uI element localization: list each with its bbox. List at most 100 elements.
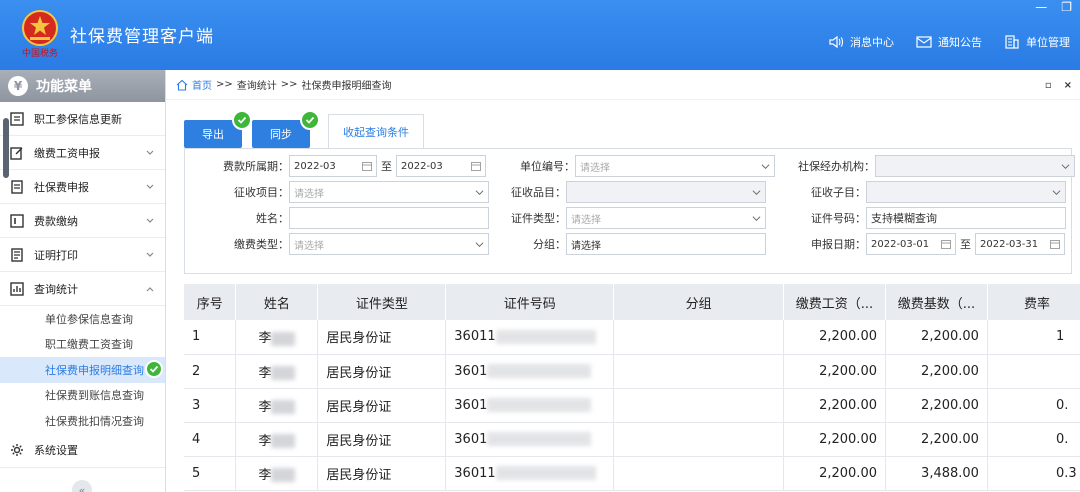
period-to-value: 2022-03 xyxy=(401,160,443,172)
collapse-filters-tab[interactable]: 收起查询条件 xyxy=(328,114,424,148)
cell-idno: 36011 xyxy=(445,456,615,491)
minimize-icon[interactable]: — xyxy=(1035,0,1047,14)
col-header-idno[interactable]: 证件号码 xyxy=(445,284,615,320)
table-row[interactable]: 1 李 居民身份证 36011 2,200.00 2,200.00 1 xyxy=(184,320,1080,355)
table-row[interactable]: 3 李 居民身份证 3601 2,200.00 2,200.00 0. xyxy=(184,388,1080,423)
period-from-input[interactable]: 2022-03 xyxy=(289,155,377,177)
table-row[interactable]: 4 李 居民身份证 3601 2,200.00 2,200.00 0. xyxy=(184,422,1080,457)
idno-label: 证件号码： xyxy=(811,212,866,225)
item-select[interactable]: 请选择 xyxy=(289,181,489,203)
chevron-down-icon xyxy=(752,190,761,196)
col-header-name[interactable]: 姓名 xyxy=(235,284,319,320)
sidebar-item-payment[interactable]: 费款缴纳 xyxy=(0,204,165,238)
nav-unit-management[interactable]: 单位管理 xyxy=(1004,34,1070,50)
group-select[interactable]: 请选择 xyxy=(566,233,766,255)
submenu-employee-wage-query[interactable]: 职工缴费工资查询 xyxy=(0,332,165,358)
name-text: 李 xyxy=(258,399,272,415)
table-row[interactable]: 2 李 居民身份证 3601 2,200.00 2,200.00 xyxy=(184,354,1080,389)
sync-button[interactable]: 同步 xyxy=(252,110,320,148)
toolbar: 导出 同步 收起查询条件 xyxy=(184,110,424,148)
chevron-down-icon xyxy=(146,184,154,189)
filter-row: 缴费类型： 请选择 分组： 请选择 申报日期： 2022-03-01 至 202… xyxy=(185,233,1065,255)
unit-no-label: 单位编号： xyxy=(520,160,575,173)
grade-select[interactable] xyxy=(566,181,766,203)
idno-text: 3601 xyxy=(454,397,488,413)
submenu-batch-deduction-query[interactable]: 社保费批扣情况查询 xyxy=(0,408,165,434)
logo-caption: 中国税务 xyxy=(22,47,58,59)
sidebar-item-certificate-print[interactable]: 证明打印 xyxy=(0,238,165,272)
submenu-label: 职工缴费工资查询 xyxy=(45,338,133,352)
sidebar-item-employee-info-update[interactable]: 职工参保信息更新 xyxy=(0,102,165,136)
nav-message-center[interactable]: 消息中心 xyxy=(828,34,894,50)
cell-group xyxy=(613,422,785,457)
maximize-panel-icon[interactable]: ▫ xyxy=(1045,80,1052,91)
col-header-group[interactable]: 分组 xyxy=(613,284,785,320)
idtype-label: 证件类型： xyxy=(511,212,566,225)
col-header-no[interactable]: 序号 xyxy=(184,284,237,320)
table-row[interactable]: 5 李 居民身份证 36011 2,200.00 3,488.00 0.3 xyxy=(184,456,1080,491)
date-to-input[interactable]: 2022-03-31 xyxy=(975,233,1065,255)
sidebar-item-query-statistics[interactable]: 查询统计 xyxy=(0,272,165,306)
col-header-idtype[interactable]: 证件类型 xyxy=(317,284,447,320)
cell-idtype: 居民身份证 xyxy=(317,354,447,389)
name-text: 李 xyxy=(258,331,272,347)
cell-group xyxy=(613,456,785,491)
paytype-label: 缴费类型： xyxy=(234,238,289,251)
col-header-base[interactable]: 缴费基数（... xyxy=(885,284,988,320)
submenu-fee-declaration-detail-query[interactable]: 社保费申报明细查询 xyxy=(0,357,165,383)
idno-text: 3601 xyxy=(454,363,488,379)
col-header-rate[interactable]: 费率 xyxy=(987,284,1080,320)
calendar-icon xyxy=(362,162,372,171)
cell-group xyxy=(613,320,785,355)
item-label: 征收项目： xyxy=(234,186,289,199)
nav-notices[interactable]: 通知公告 xyxy=(916,34,982,50)
period-to-input[interactable]: 2022-03 xyxy=(396,155,486,177)
export-button[interactable]: 导出 xyxy=(184,110,252,148)
cell-group xyxy=(613,354,785,389)
home-icon[interactable] xyxy=(176,79,188,91)
sidebar-item-wage-declaration[interactable]: 缴费工资申报 xyxy=(0,136,165,170)
submenu-label: 社保费到账信息查询 xyxy=(45,389,144,403)
col-header-wage[interactable]: 缴费工资（... xyxy=(783,284,886,320)
subitem-label: 征收子目： xyxy=(811,186,866,199)
sidebar-item-label: 费款缴纳 xyxy=(34,214,78,228)
redacted-mask xyxy=(487,364,592,378)
restore-icon[interactable]: ❐ xyxy=(1061,0,1072,14)
date-from-input[interactable]: 2022-03-01 xyxy=(866,233,956,255)
table-header-row: 序号 姓名 证件类型 证件号码 分组 缴费工资（... 缴费基数（... 费率 xyxy=(184,284,1080,320)
window-controls: — ❐ xyxy=(1035,0,1072,14)
check-icon xyxy=(145,360,163,378)
date-from-value: 2022-03-01 xyxy=(871,238,930,250)
top-nav: 消息中心 通知公告 单位管理 xyxy=(828,34,1070,50)
sidebar-item-system-settings[interactable]: 系统设置 xyxy=(0,434,165,468)
unit-no-placeholder: 请选择 xyxy=(580,162,610,174)
sidebar-scrollbar[interactable] xyxy=(3,118,9,178)
subitem-select[interactable] xyxy=(866,181,1066,203)
agency-select[interactable] xyxy=(875,155,1075,177)
submenu-fee-arrival-query[interactable]: 社保费到账信息查询 xyxy=(0,383,165,409)
idtype-select[interactable]: 请选择 xyxy=(566,207,766,229)
unit-no-select[interactable]: 请选择 xyxy=(575,155,775,177)
nav-unit-management-label: 单位管理 xyxy=(1026,36,1070,49)
collapse-sidebar-button[interactable]: « xyxy=(72,480,92,492)
idno-input[interactable]: 支持模糊查询 xyxy=(866,207,1066,229)
collapse-filters-label: 收起查询条件 xyxy=(343,125,409,139)
name-input[interactable] xyxy=(289,207,489,229)
export-label: 导出 xyxy=(202,128,224,141)
nav-notices-label: 通知公告 xyxy=(938,36,982,49)
item-placeholder: 请选择 xyxy=(294,188,324,200)
group-placeholder: 请选择 xyxy=(571,240,601,252)
cell-no: 5 xyxy=(184,456,237,491)
breadcrumb-home[interactable]: 首页 xyxy=(192,77,212,92)
sidebar-item-label: 系统设置 xyxy=(34,444,78,457)
submenu-unit-insurance-query[interactable]: 单位参保信息查询 xyxy=(0,306,165,332)
close-panel-icon[interactable]: × xyxy=(1064,80,1072,91)
to-label: 至 xyxy=(960,238,971,251)
yuan-icon: ¥ xyxy=(8,76,28,96)
calendar-icon xyxy=(1050,240,1060,249)
paytype-select[interactable]: 请选择 xyxy=(289,233,489,255)
sidebar-item-label: 社保费申报 xyxy=(34,180,89,194)
sidebar-item-fee-declaration[interactable]: 社保费申报 xyxy=(0,170,165,204)
query-submenu: 单位参保信息查询 职工缴费工资查询 社保费申报明细查询 社保费到账信息查询 社保… xyxy=(0,306,165,434)
redacted-mask xyxy=(487,398,592,412)
